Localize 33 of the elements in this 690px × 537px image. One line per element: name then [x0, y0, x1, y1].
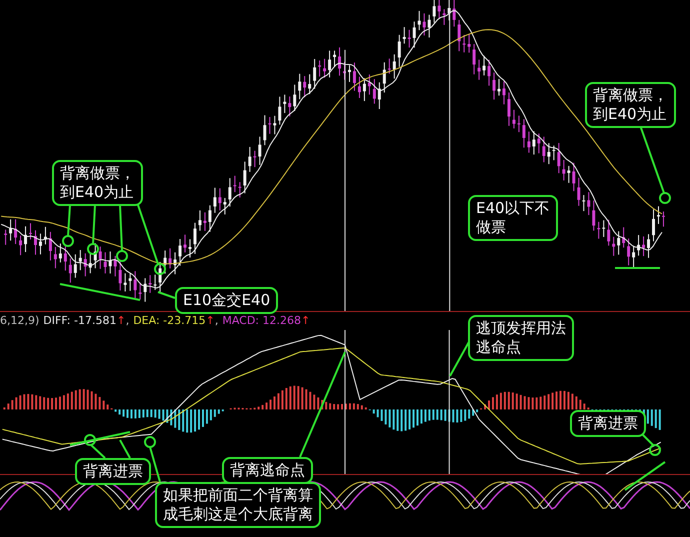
leader-line: [119, 204, 123, 252]
leader-line: [449, 340, 471, 376]
annotation-callout: E10金交E40: [175, 287, 278, 314]
annotation-callout: 背离做票， 到E40为止: [585, 82, 676, 128]
trend-line: [70, 431, 130, 446]
marker-ring-icon: [649, 444, 661, 456]
leader-line: [67, 204, 71, 236]
indicator-value: MACD: 12.268↑: [222, 312, 310, 329]
annotation-callout: 如果把前面二个背离算 成毛刺这是个大底背离: [155, 482, 321, 528]
annotation-callout: E40以下不 做票: [468, 195, 558, 241]
marker-ring-icon: [87, 243, 99, 255]
marker-ring-icon: [116, 250, 128, 262]
indicator-value: DEA: -23.715↑,: [133, 312, 218, 329]
indicator-value: DIFF: -17.581↑,: [43, 312, 130, 329]
leader-line: [90, 444, 106, 459]
leader-line: [92, 204, 96, 244]
leader-line: [137, 204, 159, 264]
marker-ring-icon: [84, 434, 96, 446]
trend-line: [624, 461, 666, 491]
annotation-callout: 背离进票: [75, 458, 151, 485]
marker-ring-icon: [659, 192, 671, 204]
leader-line: [149, 446, 161, 482]
annotation-callout: 背离逃命点: [222, 457, 313, 484]
marker-ring-icon: [154, 263, 166, 275]
leader-line: [119, 440, 131, 458]
annotation-callout: 背离进票: [570, 410, 646, 437]
marker-ring-icon: [62, 235, 74, 247]
support-line: [615, 267, 660, 269]
marker-ring-icon: [144, 436, 156, 448]
annotation-callout: 逃顶发挥用法 逃命点: [468, 315, 574, 361]
annotation-callout: 背离做票， 到E40为止: [52, 160, 143, 206]
leader-line: [158, 291, 176, 299]
indicator-params: 6,12,9): [0, 312, 40, 329]
